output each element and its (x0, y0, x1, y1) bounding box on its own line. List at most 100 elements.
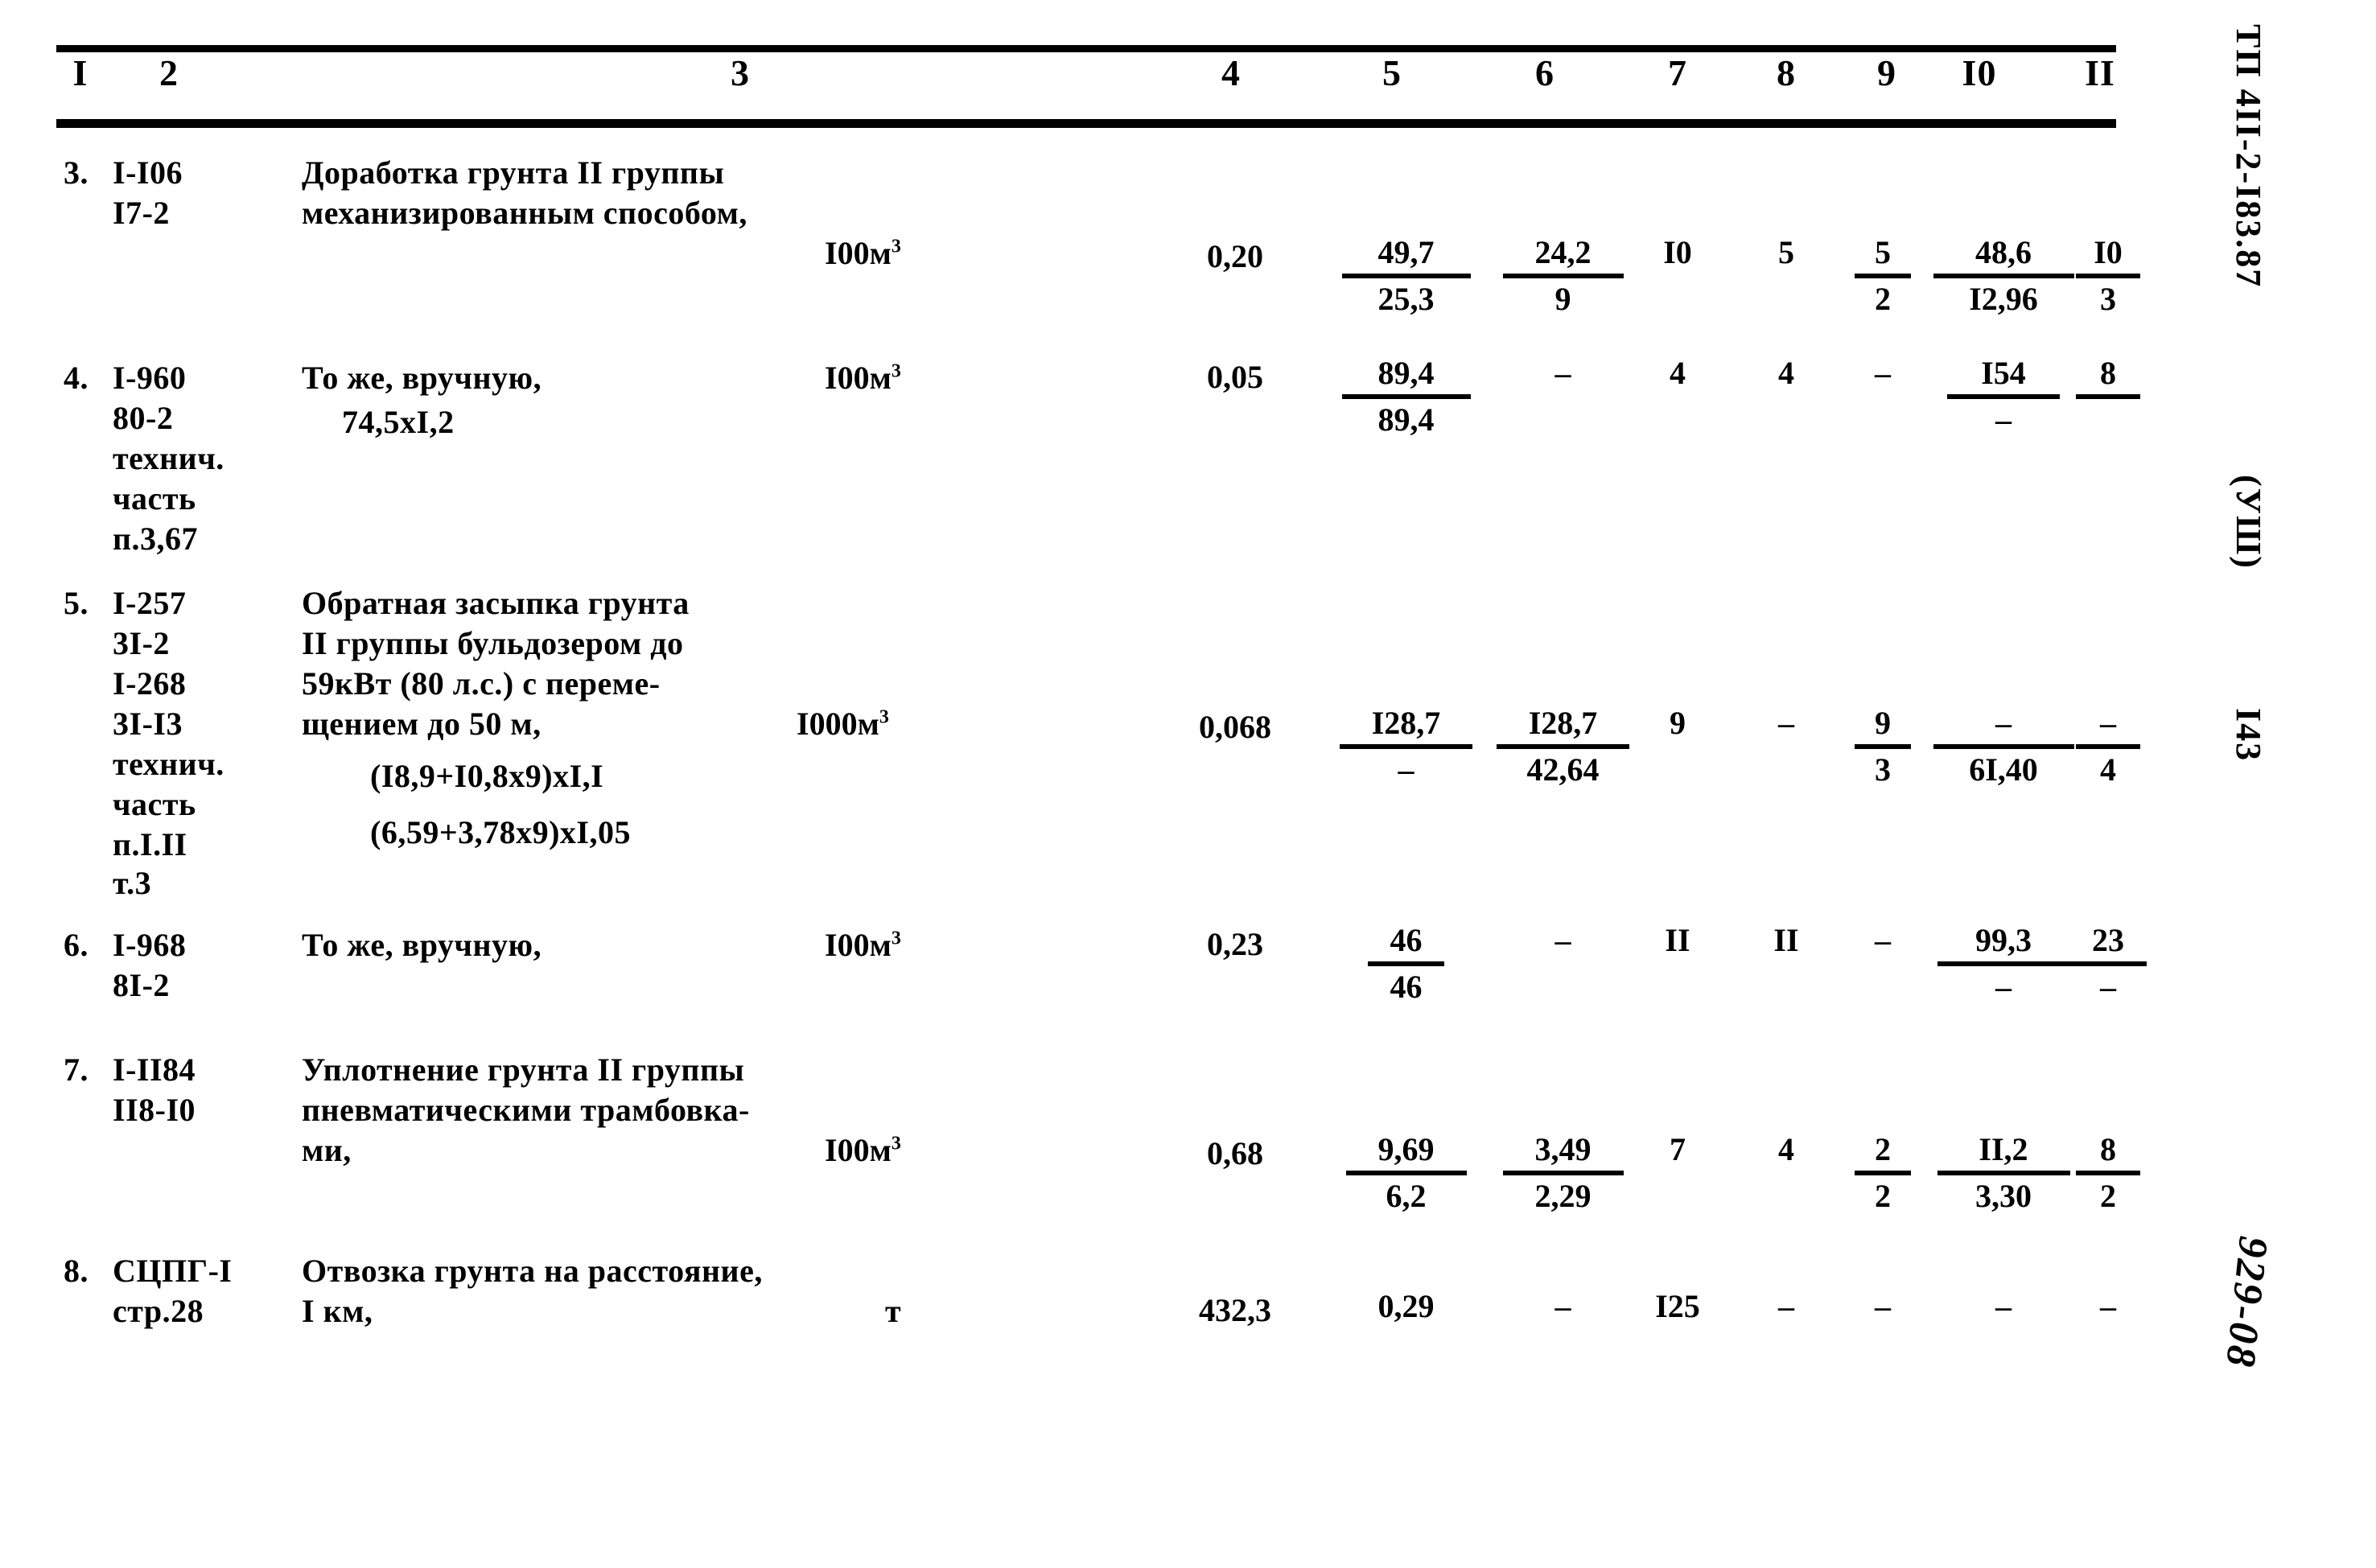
cell-col7: 9 (1670, 705, 1686, 741)
cell-col10-bottom: – (1995, 401, 2012, 438)
cell-col5-bottom: – (1398, 751, 1414, 788)
row-unit: I00м3 (825, 358, 901, 398)
row-desc-0: Отвозка грунта на расстояние, (302, 1253, 763, 1289)
row-desc-1: I км, (302, 1293, 373, 1329)
cell-col9: – (1830, 354, 1935, 393)
row-unit-text: I000м (797, 706, 879, 742)
cell-col11-top: – (2100, 1288, 2116, 1324)
row-desc-1: механизированным способом, (302, 195, 747, 231)
cell-col11: I0 3 (2052, 233, 2164, 319)
fraction-bar (1368, 961, 1444, 966)
fraction-bar (1497, 744, 1629, 749)
cell-col5-top: 46 (1390, 922, 1423, 958)
fraction-bar (1502, 1171, 1624, 1175)
cell-col7: 4 (1670, 355, 1686, 391)
cell-col5: 9,69 6,2 (1336, 1130, 1476, 1216)
row-number: 8. (64, 1253, 89, 1289)
row-desc-0: Обратная засыпка грунта (302, 585, 690, 621)
cell-col6-top: – (1554, 1288, 1571, 1324)
cell-col6-bottom: 2,29 (1534, 1178, 1592, 1214)
column-header-3: 3 (731, 52, 750, 93)
column-header-10: I0 (1962, 52, 1997, 93)
cell-col6: – (1493, 1287, 1633, 1326)
row-desc-0: То же, вручную, (302, 927, 542, 963)
cell-col6: – (1493, 354, 1633, 393)
row-desc-3: щением до 50 м, (302, 706, 541, 742)
row-number: 7. (64, 1052, 89, 1088)
cell-col4: 0,20 (1207, 238, 1263, 274)
row-number: 6. (64, 927, 89, 963)
cell-col9-bottom: 3 (1875, 751, 1891, 788)
cell-col9: 5 2 (1830, 233, 1935, 319)
cell-col6: 24,2 9 (1493, 233, 1633, 319)
row-number: 4. (64, 360, 89, 396)
row-code-3: часть (113, 480, 196, 516)
fraction-bar (1855, 274, 1911, 278)
cell-col5-top: 9,69 (1377, 1131, 1435, 1167)
column-header-5: 5 (1382, 52, 1402, 93)
scanned-page: I 2 3 4 5 6 7 8 9 I0 II 3. I-I06 I7-2 До… (0, 0, 2376, 1568)
cell-col9-top: – (1875, 1288, 1891, 1324)
row-code-2: технич. (113, 440, 224, 476)
cell-col4: 0,23 (1207, 926, 1263, 962)
cell-col5: 89,4 89,4 (1336, 354, 1476, 439)
row-desc-5: (I8,9+I0,8x9)xI,I (370, 758, 604, 794)
cell-col5-bottom: 25,3 (1377, 281, 1435, 317)
fraction-bar (2076, 744, 2140, 749)
row-code-4: п.3,67 (113, 521, 199, 557)
row-number: 5. (64, 585, 89, 621)
cell-col11-bottom: – (2100, 969, 2116, 1005)
column-header-2: 2 (159, 52, 179, 93)
row-code-3: 3I-I3 (113, 706, 183, 742)
cell-col9-bottom: 2 (1875, 281, 1891, 317)
fraction-bar (1345, 1171, 1467, 1175)
column-header-4: 4 (1221, 52, 1241, 93)
cell-col11: – 4 (2052, 704, 2164, 789)
margin-section-label: (УШ) (2229, 475, 2268, 570)
row-code-1: 3I-2 (113, 625, 170, 661)
row-desc-0: Уплотнение грунта II группы (302, 1052, 745, 1088)
cell-col11: – (2052, 1287, 2164, 1326)
cell-col9: – (1830, 1287, 1935, 1326)
row-code-1: II8-I0 (113, 1092, 196, 1128)
margin-page-number: I43 (2229, 708, 2268, 763)
cell-col5-bottom: 6,2 (1386, 1178, 1427, 1214)
cell-col11: 8 2 (2052, 1130, 2164, 1216)
cell-col6-top: – (1554, 922, 1571, 958)
cell-col9: 2 2 (1830, 1130, 1935, 1216)
cell-col9-top: 5 (1875, 234, 1891, 270)
row-desc-2: 74,5xI,2 (342, 404, 455, 440)
row-code-5: часть (113, 786, 196, 822)
cell-col11: 23 – (2052, 921, 2164, 1006)
column-header-9: 9 (1877, 52, 1896, 93)
column-header-7: 7 (1668, 52, 1687, 93)
fraction-bar (1937, 1171, 2070, 1175)
cell-col8: 4 (1778, 355, 1794, 391)
cell-col9-top: – (1875, 922, 1891, 958)
cell-col5-top: 89,4 (1377, 355, 1435, 391)
row-unit: I00м3 (825, 1130, 901, 1171)
row-code-1: I7-2 (113, 195, 170, 231)
row-code-0: I-II84 (113, 1052, 196, 1088)
row-desc-0: Доработка грунта II группы (302, 154, 725, 191)
cell-col4: 0,068 (1199, 709, 1271, 745)
cell-col6: – (1493, 921, 1633, 960)
fraction-bar (2076, 394, 2140, 399)
row-desc-0: То же, вручную, (302, 360, 542, 396)
cell-col9: – (1830, 921, 1935, 960)
cell-col5: 49,7 25,3 (1336, 233, 1476, 319)
cell-col6-top: – (1554, 355, 1571, 391)
cell-col6-top: I28,7 (1528, 705, 1598, 741)
row-desc-7: (6,59+3,78x9)xI,05 (370, 814, 631, 850)
cell-col11-bottom: 4 (2100, 751, 2116, 788)
column-header-1: I (72, 52, 89, 93)
cell-col8: 4 (1778, 1131, 1794, 1167)
cell-col4: 432,3 (1199, 1292, 1271, 1328)
cell-col6: 3,49 2,29 (1493, 1130, 1633, 1216)
row-unit-exponent: 3 (891, 1133, 901, 1154)
row-unit-text: I00м (825, 927, 892, 963)
fraction-bar (1341, 394, 1471, 399)
row-code-7: т.3 (113, 865, 152, 901)
row-unit: т (885, 1291, 901, 1331)
fraction-bar (1855, 744, 1911, 749)
